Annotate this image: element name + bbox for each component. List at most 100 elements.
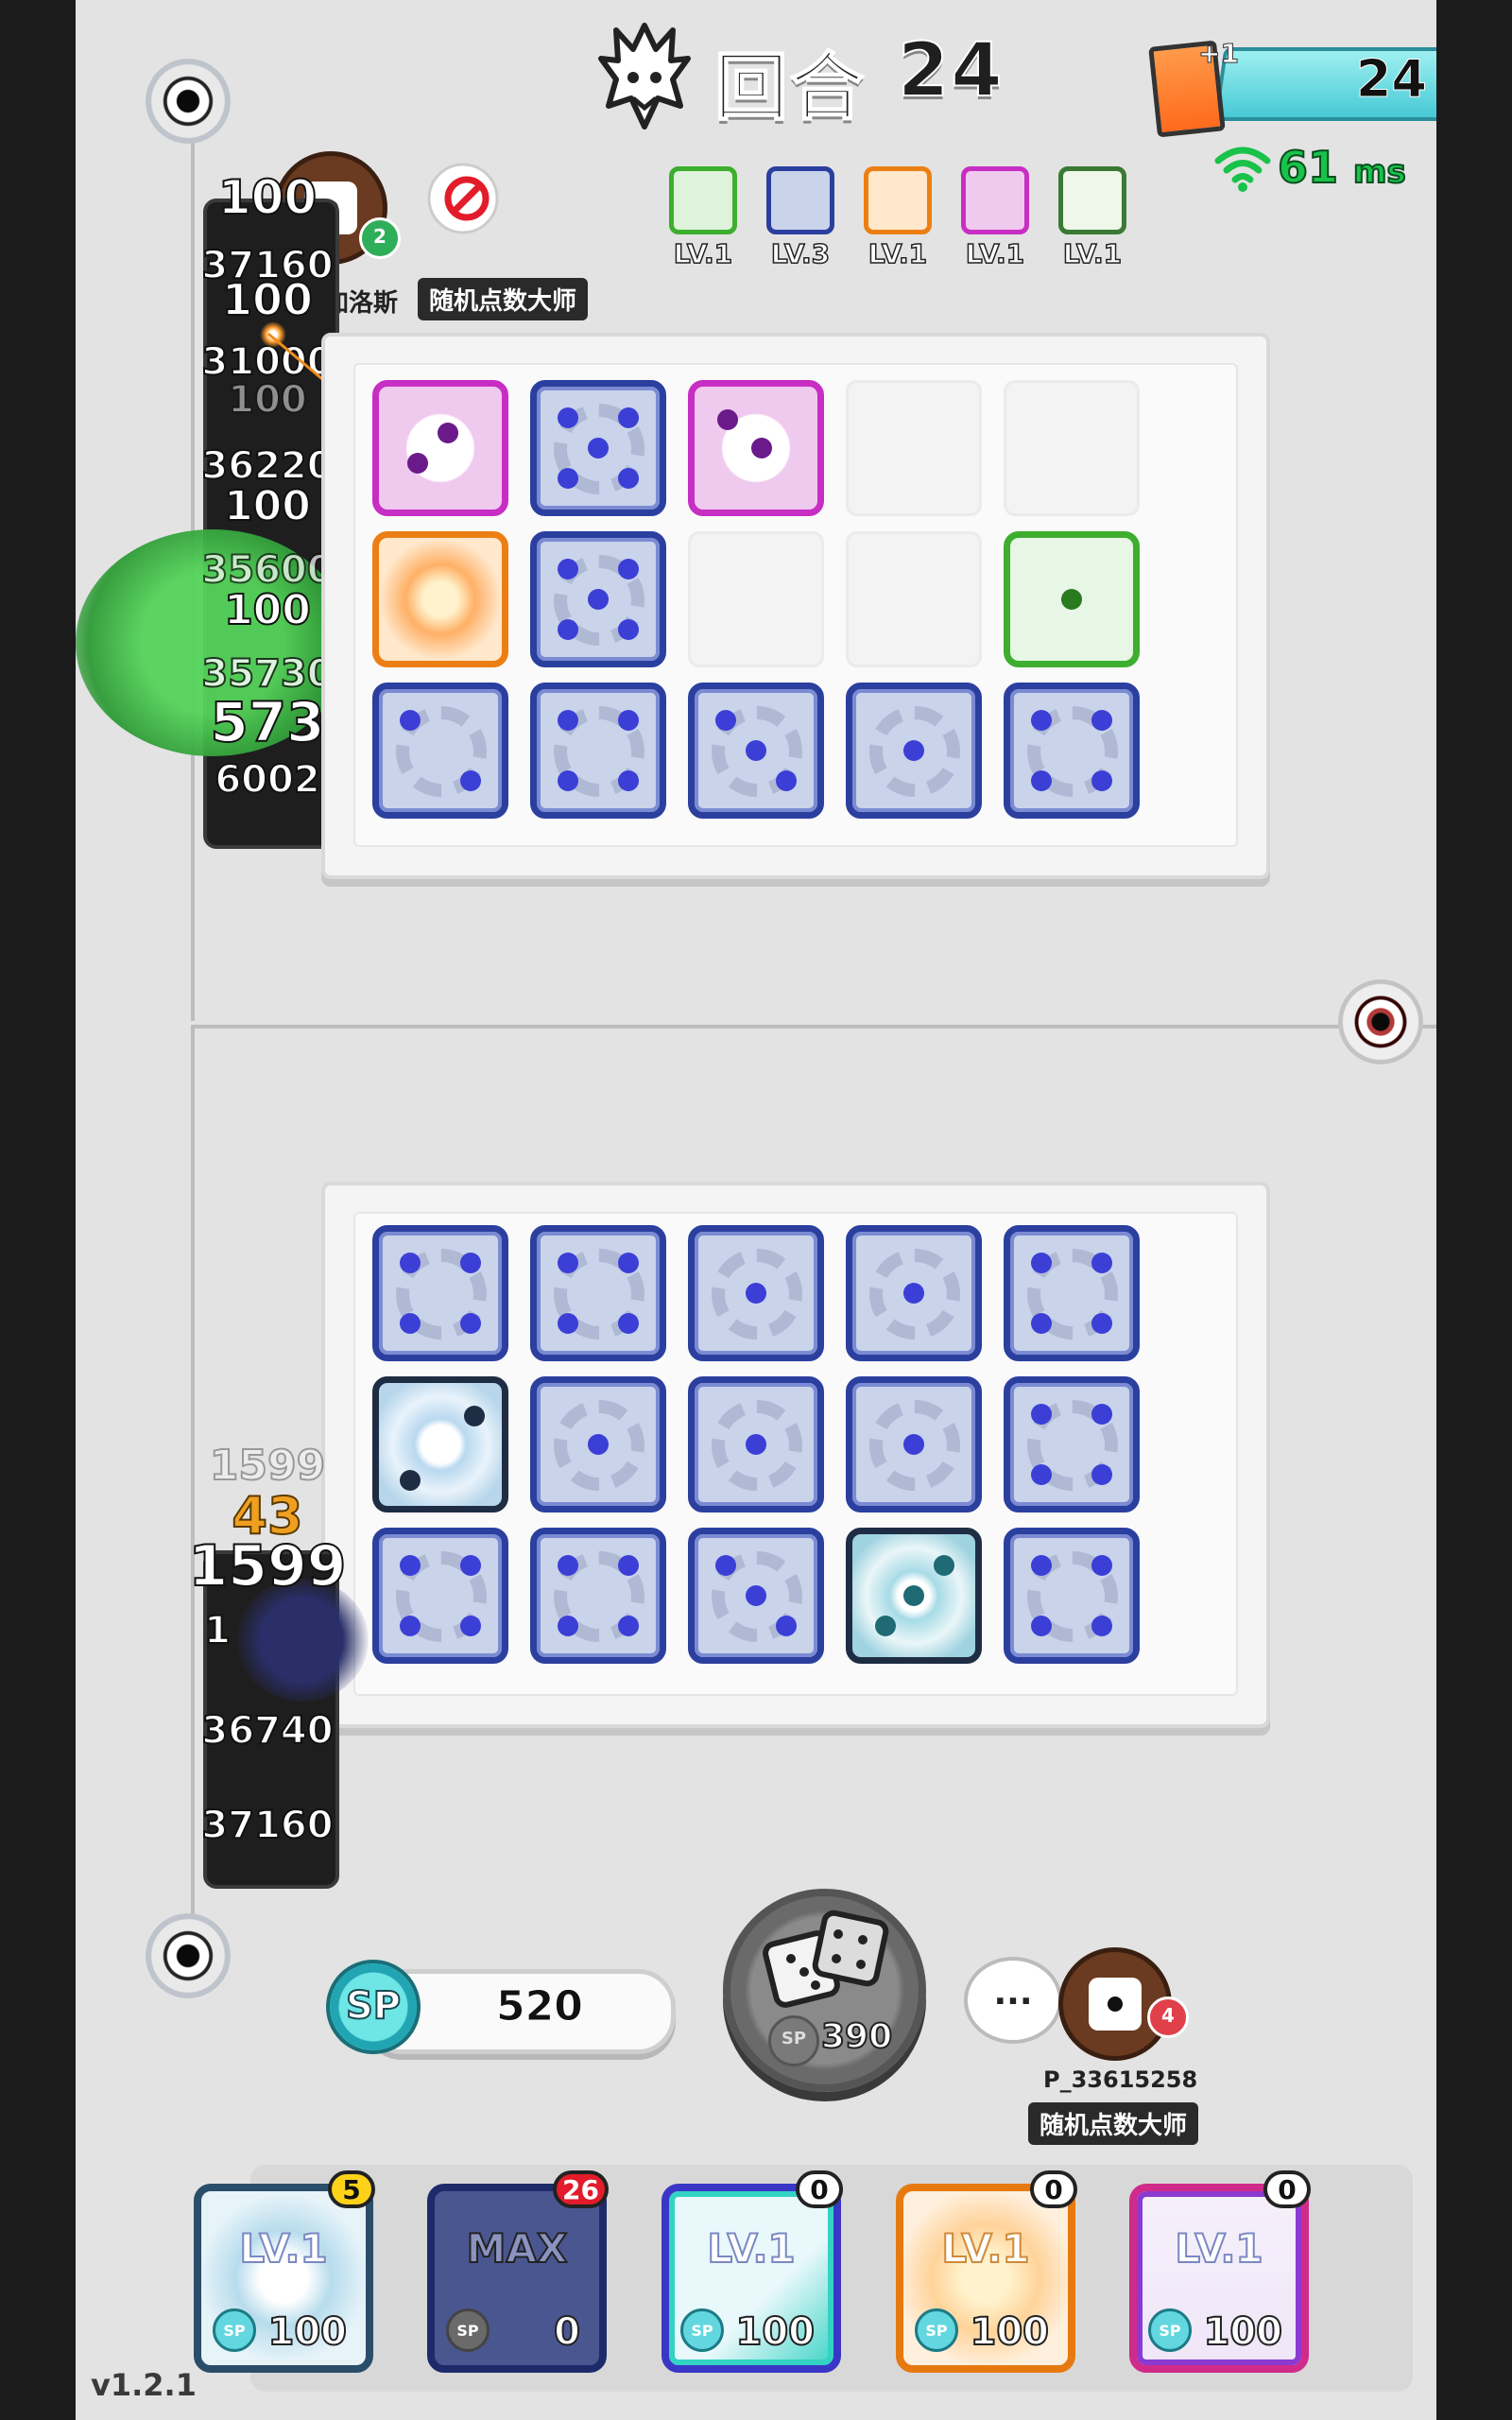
round-label: 回合 bbox=[713, 44, 867, 131]
deck-card-price: 100 bbox=[1203, 2309, 1283, 2355]
opponent-empty-slot bbox=[846, 380, 982, 516]
round-number: 24 bbox=[897, 27, 1005, 114]
sp-value: 520 bbox=[496, 1982, 584, 2031]
opponent-deck-level: LV.1 bbox=[868, 237, 928, 270]
dragon-head-icon bbox=[598, 23, 691, 130]
opponent-rank-badge: 2 bbox=[359, 217, 401, 259]
roll-cost: 390 bbox=[820, 2016, 893, 2057]
opponent-empty-slot bbox=[1004, 380, 1140, 516]
player-die-wind[interactable] bbox=[846, 1528, 982, 1664]
deck-card-rainbow[interactable]: LV.1 SP 100 0 bbox=[1129, 2170, 1311, 2373]
deck-card-ice[interactable]: LV.1 SP 100 0 bbox=[662, 2170, 843, 2373]
deck-card-gear[interactable]: MAX SP 0 26 bbox=[427, 2170, 609, 2373]
opponent-die-target bbox=[372, 531, 508, 667]
deck-card-price: 100 bbox=[267, 2309, 348, 2355]
deck-card-count: 0 bbox=[1263, 2170, 1311, 2208]
ping-readout: 61 ms bbox=[1277, 141, 1407, 194]
version-label: v1.2.1 bbox=[91, 2367, 197, 2403]
opponent-die-poison bbox=[1004, 531, 1140, 667]
player-die-gear[interactable] bbox=[688, 1528, 824, 1664]
roll-dice-button[interactable]: SP 390 bbox=[723, 1889, 926, 2092]
sp-icon: SP bbox=[680, 2308, 724, 2352]
opponent-deck-level: LV.3 bbox=[770, 237, 831, 270]
player-die-gear[interactable] bbox=[372, 1528, 508, 1664]
player-die-gear[interactable] bbox=[372, 1225, 508, 1361]
sp-icon: SP bbox=[446, 2308, 490, 2352]
opponent-die-arrow bbox=[688, 380, 824, 516]
game-stage: 回合 24 +1 24 61 ms LV.1 LV.3 LV.1 LV.1 LV… bbox=[76, 0, 1436, 2420]
deck-card-level: LV.1 bbox=[940, 2224, 1030, 2273]
player-name: P_33615258 bbox=[1043, 2066, 1198, 2093]
player-die-gear[interactable] bbox=[530, 1376, 666, 1512]
top-spawn-portal bbox=[146, 59, 231, 144]
opponent-empty-slot bbox=[846, 531, 982, 667]
card-counter: +1 24 bbox=[1148, 38, 1436, 138]
opponent-die-gear bbox=[846, 683, 982, 819]
sp-coin-icon: SP bbox=[326, 1960, 421, 2054]
card-count: 24 bbox=[1355, 49, 1427, 110]
deck-card-level: MAX bbox=[466, 2224, 569, 2273]
roll-cost-sp-icon: SP bbox=[768, 2015, 819, 2066]
sp-coin-label: SP bbox=[345, 1983, 402, 2029]
player-die-gear[interactable] bbox=[688, 1225, 824, 1361]
deck-card-target[interactable]: LV.1 SP 100 0 bbox=[896, 2170, 1077, 2373]
opponent-die-arrow bbox=[372, 380, 508, 516]
enemy-hp: 1599 bbox=[188, 1532, 348, 1600]
opponent-deck-arrow-icon bbox=[961, 166, 1029, 234]
dice-face-icon bbox=[1089, 1978, 1142, 2031]
sp-icon: SP bbox=[1148, 2308, 1192, 2352]
player-die-gear[interactable] bbox=[530, 1225, 666, 1361]
opponent-die-gear bbox=[530, 683, 666, 819]
deck-card-count: 0 bbox=[796, 2170, 843, 2208]
deck-card-level: LV.1 bbox=[1174, 2224, 1263, 2273]
player-die-gear[interactable] bbox=[688, 1376, 824, 1512]
opponent-deck-level: LV.1 bbox=[965, 237, 1025, 270]
sp-icon: SP bbox=[213, 2308, 256, 2352]
opponent-die-gear bbox=[530, 380, 666, 516]
player-die-wind[interactable] bbox=[372, 1376, 508, 1512]
player-die-gear[interactable] bbox=[1004, 1225, 1140, 1361]
card-plus: +1 bbox=[1198, 38, 1240, 70]
opponent-deck-poison-icon bbox=[669, 166, 737, 234]
deck-card-price: 0 bbox=[553, 2309, 581, 2355]
wifi-icon bbox=[1214, 147, 1271, 192]
deck-card-price: 100 bbox=[970, 2309, 1050, 2355]
opponent-die-gear bbox=[530, 531, 666, 667]
deck-card-wind[interactable]: LV.1 SP 100 5 bbox=[194, 2170, 375, 2373]
opponent-deck-level: LV.1 bbox=[1062, 237, 1123, 270]
enemy-hp: 1599 bbox=[209, 1441, 326, 1491]
bottom-spawn-portal bbox=[146, 1913, 231, 1998]
deck-card-level: LV.1 bbox=[238, 2224, 328, 2273]
opponent-title: 随机点数大师 bbox=[418, 278, 589, 320]
deck-card-level: LV.1 bbox=[706, 2224, 796, 2273]
player-die-gear[interactable] bbox=[530, 1528, 666, 1664]
opponent-deck-level: LV.1 bbox=[673, 237, 733, 270]
player-die-gear[interactable] bbox=[1004, 1376, 1140, 1512]
end-portal bbox=[1338, 979, 1423, 1064]
player-rank-badge: 4 bbox=[1147, 1996, 1189, 2038]
enemy-hp: 36740 bbox=[200, 1708, 334, 1754]
deck-card-count: 5 bbox=[328, 2170, 375, 2208]
opponent-die-gear bbox=[372, 683, 508, 819]
opponent-deck-plant-icon bbox=[1058, 166, 1126, 234]
opponent-die-gear bbox=[688, 683, 824, 819]
enemy-hp: 37160 bbox=[200, 1803, 334, 1848]
opponent-deck-gear-icon bbox=[766, 166, 834, 234]
sp-meter: SP 520 bbox=[326, 1960, 676, 2054]
enemy-path-segment bbox=[191, 1025, 1436, 1028]
player-die-gear[interactable] bbox=[846, 1225, 982, 1361]
sp-icon: SP bbox=[915, 2308, 958, 2352]
chat-bubble-button[interactable]: ... bbox=[964, 1957, 1062, 2044]
deck-card-count: 0 bbox=[1030, 2170, 1077, 2208]
player-title: 随机点数大师 bbox=[1028, 2102, 1199, 2145]
deck-card-count: 26 bbox=[553, 2170, 609, 2208]
deck-card-price: 100 bbox=[735, 2309, 816, 2355]
opponent-empty-slot bbox=[688, 531, 824, 667]
opponent-die-gear bbox=[1004, 683, 1140, 819]
ping-value: 61 bbox=[1277, 141, 1339, 194]
ping-unit: ms bbox=[1352, 152, 1407, 192]
enemy-hp: 1 bbox=[203, 1608, 232, 1653]
player-die-gear[interactable] bbox=[846, 1376, 982, 1512]
player-die-gear[interactable] bbox=[1004, 1528, 1140, 1664]
no-emote-icon[interactable] bbox=[425, 161, 501, 236]
